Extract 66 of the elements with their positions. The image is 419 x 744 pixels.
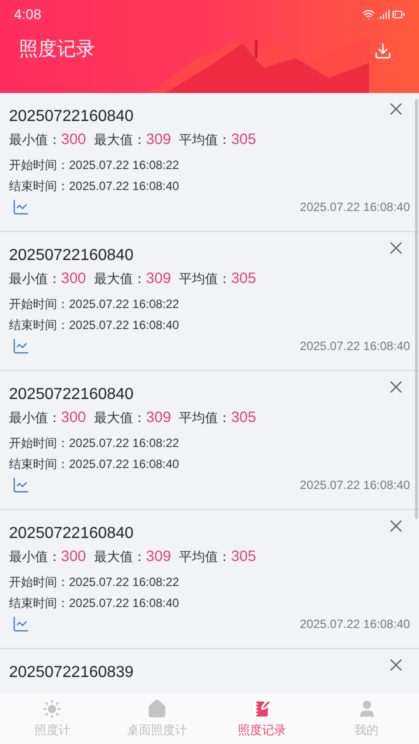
record-id: 20250722160840 <box>9 385 134 405</box>
start-time: 2025.07.22 16:08:22 <box>69 434 180 452</box>
min-value: 300 <box>61 269 86 289</box>
avg-label: 平均值： <box>179 131 232 149</box>
min-value: 300 <box>61 130 86 150</box>
nav-tab[interactable]: 我的 <box>314 693 419 744</box>
chart-icon[interactable] <box>12 198 30 216</box>
max-value: 309 <box>146 269 172 289</box>
avg-value: 305 <box>231 408 256 428</box>
start-time: 2025.07.22 16:08:22 <box>69 296 180 312</box>
start-time: 2025.07.22 16:08:22 <box>69 156 180 174</box>
min-value: 300 <box>61 408 86 428</box>
max-value: 309 <box>146 408 172 428</box>
min-value: 300 <box>61 547 86 567</box>
sun-icon <box>42 698 62 718</box>
end-label: 结束时间： <box>9 456 69 472</box>
battery-icon <box>392 8 405 20</box>
scrollbar[interactable] <box>415 99 418 519</box>
end-time: 2025.07.22 16:08:40 <box>69 456 180 472</box>
end-time: 2025.07.22 16:08:40 <box>69 316 180 334</box>
avg-value: 305 <box>231 130 256 150</box>
start-label: 开始时间： <box>9 434 69 452</box>
record-id: 20250722160840 <box>9 246 134 266</box>
record-timestamp: 2025.07.22 16:08:40 <box>300 616 410 632</box>
nav-tab[interactable]: 照度记录 <box>210 693 314 744</box>
max-label: 最大值： <box>94 131 146 149</box>
end-label: 结束时间： <box>9 316 69 334</box>
signal-icon <box>377 8 390 20</box>
record-id: 20250722160839 <box>9 663 134 683</box>
end-label: 结束时间： <box>9 594 69 612</box>
avg-label: 平均值： <box>179 409 232 427</box>
start-label: 开始时间： <box>9 574 69 590</box>
max-label: 最大值： <box>94 548 146 566</box>
record-timestamp: 2025.07.22 16:08:40 <box>300 476 410 494</box>
avg-value: 305 <box>231 269 256 289</box>
min-label: 最小值： <box>9 548 61 566</box>
record-id: 20250722160840 <box>9 524 134 544</box>
end-time: 2025.07.22 16:08:40 <box>69 594 180 612</box>
start-time: 2025.07.22 16:08:22 <box>69 574 180 590</box>
max-value: 309 <box>146 130 172 150</box>
nav-tab[interactable]: 照度计 <box>0 693 105 744</box>
record-timestamp: 2025.07.22 16:08:40 <box>300 198 410 216</box>
min-label: 最小值： <box>9 131 61 149</box>
chart-icon[interactable] <box>12 336 30 354</box>
download-button[interactable] <box>374 42 392 60</box>
avg-value: 305 <box>231 547 256 567</box>
page-title: 照度记录 <box>19 38 95 62</box>
chart-icon[interactable] <box>12 614 30 632</box>
avg-label: 平均值： <box>179 548 232 566</box>
min-label: 最小值： <box>9 270 61 288</box>
nav-tab[interactable]: 桌面照度计 <box>104 693 210 744</box>
status-time: 4:08 <box>14 4 42 24</box>
end-time: 2025.07.22 16:08:40 <box>69 178 180 194</box>
end-label: 结束时间： <box>9 178 69 194</box>
max-label: 最大值： <box>94 409 146 427</box>
chart-icon[interactable] <box>12 476 30 494</box>
record-timestamp: 2025.07.22 16:08:40 <box>300 338 410 354</box>
avg-label: 平均值： <box>179 270 232 288</box>
max-value: 309 <box>146 547 172 567</box>
start-label: 开始时间： <box>9 156 69 174</box>
min-label: 最小值： <box>9 409 61 427</box>
house-icon <box>147 698 168 718</box>
record-id: 20250722160840 <box>9 107 134 127</box>
start-label: 开始时间： <box>9 296 69 312</box>
wifi-icon <box>362 8 375 20</box>
max-label: 最大值： <box>94 270 146 288</box>
